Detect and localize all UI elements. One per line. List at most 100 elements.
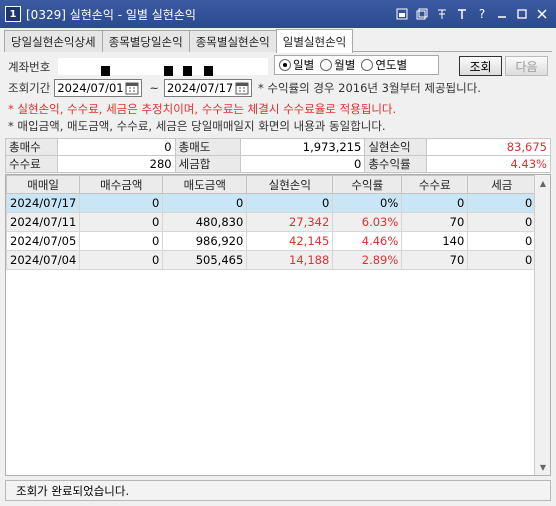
tab-bar: 당일실현손익상세 종목별당일손익 종목별실현손익 일별실현손익 xyxy=(4,29,354,53)
text-icon[interactable] xyxy=(454,5,470,22)
scroll-up-icon[interactable]: ▲ xyxy=(535,175,550,191)
cell-date: 2024/07/17 xyxy=(6,193,81,213)
cell-sell: 0 xyxy=(162,193,248,213)
account-field[interactable] xyxy=(58,58,268,75)
cell-return: 0% xyxy=(332,193,403,213)
column-header[interactable]: 수수료 xyxy=(401,175,469,194)
scroll-down-icon[interactable]: ▼ xyxy=(535,459,550,475)
period-type-radio-group: 일별 월별 연도별 xyxy=(274,55,439,75)
column-header[interactable]: 매매일 xyxy=(6,175,81,194)
summary-table: 총매수 0 총매도 1,973,215 실현손익 83,675 수수료 280 … xyxy=(5,138,551,173)
radio-label: 일별 xyxy=(293,58,315,72)
date-to-field[interactable]: 2024/07/17 xyxy=(163,79,252,97)
next-button[interactable]: 다음 xyxy=(505,56,548,76)
summary-value: 0 xyxy=(56,138,176,156)
daily-realized-grid[interactable]: 매매일 매수금액 매도금액 실현손익 수익률 수수료 세금 2024/07/17… xyxy=(5,174,551,476)
window-number: 1 xyxy=(5,6,21,22)
date-from-field[interactable]: 2024/07/01 xyxy=(54,79,143,97)
cell-return: 6.03% xyxy=(332,212,403,232)
pin-icon[interactable] xyxy=(394,5,410,22)
grid-header: 매매일 매수금액 매도금액 실현손익 수익률 수수료 세금 xyxy=(6,175,537,194)
radio-daily[interactable]: 일별 xyxy=(279,57,314,73)
radio-yearly[interactable]: 연도별 xyxy=(361,57,407,73)
summary-label: 세금합 xyxy=(174,155,242,173)
date-separator: ~ xyxy=(149,81,159,95)
date-to-value: 2024/07/17 xyxy=(166,81,234,95)
summary-value: 83,675 xyxy=(426,138,551,156)
tab-daily-detail[interactable]: 당일실현손익상세 xyxy=(4,30,103,52)
column-header[interactable]: 수익률 xyxy=(332,175,403,194)
cell-return: 4.46% xyxy=(332,231,403,251)
cell-fee: 70 xyxy=(401,212,469,232)
cell-tax: 0 xyxy=(467,231,537,251)
cell-sell: 505,465 xyxy=(162,250,248,270)
cell-buy: 0 xyxy=(79,212,164,232)
cell-tax: 0 xyxy=(467,193,537,213)
summary-value: 4.43% xyxy=(426,155,551,173)
cell-date: 2024/07/04 xyxy=(6,250,81,270)
vertical-scrollbar[interactable]: ▲ ▼ xyxy=(534,175,550,475)
account-label: 계좌번호 xyxy=(8,60,51,74)
cell-tax: 0 xyxy=(467,250,537,270)
period-label: 조회기간 xyxy=(8,81,51,95)
masked-digit xyxy=(101,66,110,76)
summary-value: 1,973,215 xyxy=(240,138,366,156)
status-bar: 조회가 완료되었습니다. xyxy=(5,480,551,501)
amount-notice: * 매입금액, 매도금액, 수수료, 세금은 당일매매일지 화면의 내용과 동일… xyxy=(8,119,386,133)
summary-label: 총매수 xyxy=(5,138,58,156)
estimate-notice: * 실현손익, 수수료, 세금은 추정치이며, 수수료는 체결시 수수료율로 적… xyxy=(8,102,397,116)
account-row: 계좌번호 xyxy=(8,59,50,75)
title-bar: 1 [0329] 실현손익 - 일별 실현손익 ? xyxy=(0,0,556,28)
column-header[interactable]: 실현손익 xyxy=(246,175,334,194)
search-button[interactable]: 조회 xyxy=(459,56,502,76)
radio-monthly[interactable]: 월별 xyxy=(320,57,355,73)
radio-dot xyxy=(320,59,333,71)
grid-table: 매매일 매수금액 매도금액 실현손익 수익률 수수료 세금 2024/07/17… xyxy=(6,175,537,270)
radio-dot xyxy=(279,59,291,71)
summary-label: 실현손익 xyxy=(364,138,428,156)
table-row[interactable]: 2024/07/05 0 986,920 42,145 4.46% 140 0 xyxy=(6,231,537,251)
summary-label: 수수료 xyxy=(5,155,58,173)
tab-stock-daily[interactable]: 종목별당일손익 xyxy=(101,30,190,52)
summary-value: 280 xyxy=(56,155,176,173)
period-row: 조회기간 2024/07/01 ~ 2024/07/17 * 수익률의 경우 2… xyxy=(8,79,481,97)
calendar-icon[interactable] xyxy=(125,81,139,95)
radio-label: 연도별 xyxy=(375,58,408,72)
cell-realized: 27,342 xyxy=(246,212,334,232)
maximize-icon[interactable] xyxy=(514,5,530,22)
cell-fee: 140 xyxy=(401,231,469,251)
column-header[interactable]: 매도금액 xyxy=(162,175,248,194)
cell-realized: 0 xyxy=(246,193,334,213)
cell-fee: 70 xyxy=(401,250,469,270)
cell-realized: 14,188 xyxy=(246,250,334,270)
column-header[interactable]: 매수금액 xyxy=(79,175,164,194)
minimize-icon[interactable] xyxy=(494,5,510,22)
help-icon[interactable]: ? xyxy=(474,5,490,22)
table-row[interactable]: 2024/07/04 0 505,465 14,188 2.89% 70 0 xyxy=(6,250,537,270)
window-icon[interactable] xyxy=(414,5,430,22)
summary-label: 총수익률 xyxy=(364,155,428,173)
column-header[interactable]: 세금 xyxy=(467,175,537,194)
masked-digit xyxy=(183,66,192,76)
calendar-icon[interactable] xyxy=(235,81,249,95)
masked-digit xyxy=(164,66,173,76)
cell-date: 2024/07/05 xyxy=(6,231,81,251)
tab-daily-realized[interactable]: 일별실현손익 xyxy=(275,29,354,53)
cell-buy: 0 xyxy=(79,231,164,251)
status-text: 조회가 완료되었습니다. xyxy=(16,483,130,498)
cell-realized: 42,145 xyxy=(246,231,334,251)
table-row[interactable]: 2024/07/11 0 480,830 27,342 6.03% 70 0 xyxy=(6,212,537,232)
tab-stock-realized[interactable]: 종목별실현손익 xyxy=(188,30,277,52)
radio-label: 월별 xyxy=(334,58,356,72)
summary-value: 0 xyxy=(240,155,366,173)
masked-digit xyxy=(204,66,213,76)
close-icon[interactable] xyxy=(534,5,550,22)
cell-tax: 0 xyxy=(467,212,537,232)
cell-sell: 986,920 xyxy=(162,231,248,251)
summary-label: 총매도 xyxy=(174,138,242,156)
table-row[interactable]: 2024/07/17 0 0 0 0% 0 0 xyxy=(6,193,537,213)
cell-fee: 0 xyxy=(401,193,469,213)
date-from-value: 2024/07/01 xyxy=(57,81,124,95)
tack-icon[interactable] xyxy=(434,5,450,22)
cell-return: 2.89% xyxy=(332,250,403,270)
